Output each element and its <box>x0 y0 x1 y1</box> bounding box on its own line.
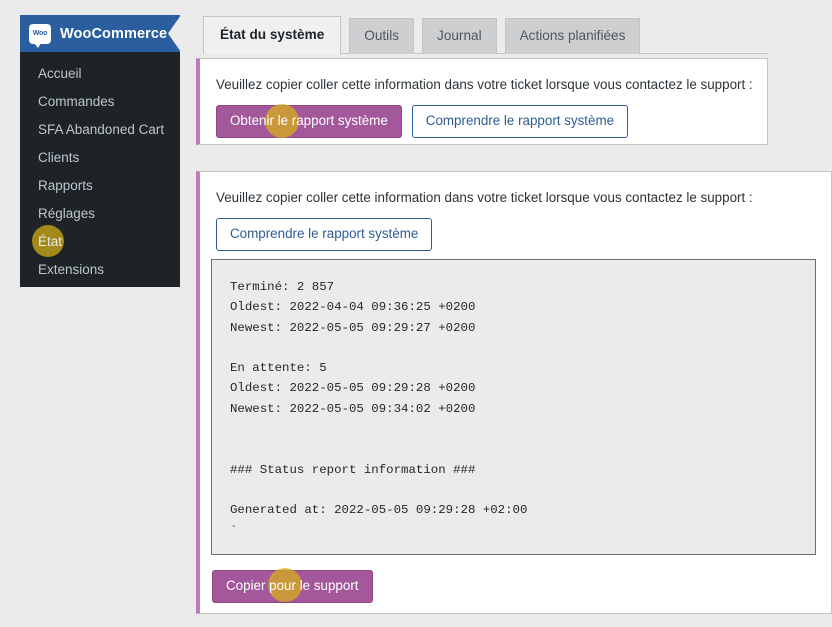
system-report-text: Terminé: 2 857 Oldest: 2022-04-04 09:36:… <box>230 280 528 538</box>
sidebar-item-accueil[interactable]: Accueil <box>20 60 180 88</box>
panel-bottom-note: Veuillez copier coller cette information… <box>216 190 753 205</box>
copy-button-row: Copier pour le support <box>212 568 373 603</box>
button-label: Comprendre le rapport système <box>230 226 419 241</box>
sidebar-brand-header: Woo WooCommerce <box>20 15 180 52</box>
sidebar-item-label: SFA Abandoned Cart <box>38 122 165 137</box>
button-label: Comprendre le rapport système <box>425 113 615 128</box>
tab-etat-du-systeme[interactable]: État du système <box>203 16 342 54</box>
sidebar-item-label: Extensions <box>38 262 105 277</box>
tab-label: Outils <box>364 28 400 43</box>
panel-top-note: Veuillez copier coller cette information… <box>216 77 753 92</box>
understand-system-report-button-2[interactable]: Comprendre le rapport système <box>216 218 433 251</box>
woocommerce-logo-text: Woo <box>32 30 48 37</box>
sidebar-item-label: Rapports <box>38 178 93 193</box>
panel-top-button-row: Obtenir le rapport système Comprendre le… <box>200 94 767 138</box>
tab-outils[interactable]: Outils <box>349 18 415 54</box>
sidebar-item-extensions[interactable]: Extensions <box>20 256 180 284</box>
sidebar-item-label: Réglages <box>38 206 96 221</box>
system-report-textarea[interactable]: Terminé: 2 857 Oldest: 2022-04-04 09:36:… <box>211 259 816 555</box>
app-screen: Woo WooCommerce Accueil Commandes SFA Ab… <box>0 0 832 627</box>
chevron-right-notch-icon <box>168 15 180 52</box>
tab-journal[interactable]: Journal <box>422 18 497 54</box>
sidebar-item-clients[interactable]: Clients <box>20 144 180 172</box>
button-label: Copier pour le support <box>226 578 359 593</box>
system-report-notice-panel: Veuillez copier coller cette information… <box>196 58 768 145</box>
tab-label: État du système <box>220 27 325 42</box>
sidebar-item-label: Commandes <box>38 94 115 109</box>
tab-label: Actions planifiées <box>519 28 626 43</box>
button-label: Obtenir le rapport système <box>230 113 388 128</box>
sidebar-item-sfa-abandoned-cart[interactable]: SFA Abandoned Cart <box>20 116 180 144</box>
sidebar-item-commandes[interactable]: Commandes <box>20 88 180 116</box>
sidebar-item-label: Accueil <box>38 66 82 81</box>
sidebar: Woo WooCommerce Accueil Commandes SFA Ab… <box>20 15 180 287</box>
sidebar-item-reglages[interactable]: Réglages <box>20 200 180 228</box>
get-system-report-button[interactable]: Obtenir le rapport système <box>216 104 402 138</box>
tab-label: Journal <box>437 28 482 43</box>
tab-actions-planifiees[interactable]: Actions planifiées <box>504 18 641 54</box>
tab-bar: État du système Outils Journal Actions p… <box>203 12 768 54</box>
sidebar-item-label: Clients <box>38 150 80 165</box>
sidebar-item-rapports[interactable]: Rapports <box>20 172 180 200</box>
woocommerce-speech-bubble-icon: Woo <box>29 23 51 48</box>
brand-title: WooCommerce <box>60 25 168 42</box>
sidebar-menu: Accueil Commandes SFA Abandoned Cart Cli… <box>20 52 180 294</box>
copy-for-support-button[interactable]: Copier pour le support <box>212 568 373 603</box>
understand-system-report-button[interactable]: Comprendre le rapport système <box>411 105 629 138</box>
sidebar-item-label: État <box>38 234 63 249</box>
panel-bottom-button-row: Comprendre le rapport système <box>200 207 831 251</box>
sidebar-item-etat[interactable]: État <box>20 225 180 257</box>
